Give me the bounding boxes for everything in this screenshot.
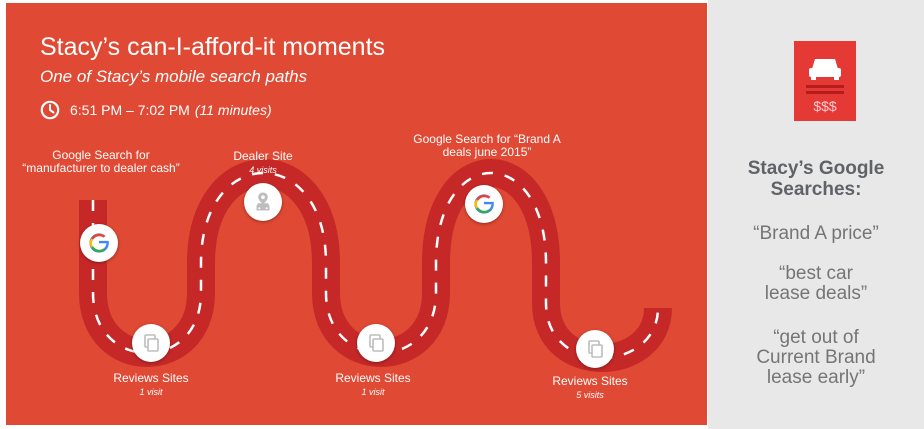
stop-label-dealer-site: Dealer Site 4 visits (233, 149, 293, 176)
infographic-panel: Stacy’s can-I-afford-it moments One of S… (6, 3, 707, 425)
document-icon (144, 334, 159, 352)
sidebar-heading: Stacy’s Google Searches: (747, 158, 885, 200)
dealer-site-marker (244, 183, 282, 221)
reviews-marker-2 (357, 324, 395, 362)
reviews-marker-1 (132, 324, 170, 362)
google-icon (84, 228, 114, 258)
stop-label-google-search-1: Google Search for “manufacturer to deale… (22, 148, 180, 175)
google-search-marker-2 (465, 185, 503, 223)
search-query-3: “get out of Current Brand lease early” (756, 327, 876, 388)
stop-label-google-search-2: Google Search for “Brand A deals june 20… (413, 132, 561, 159)
google-search-marker-1 (80, 224, 118, 262)
search-query-1: “Brand A price” (753, 223, 879, 244)
stop-label-reviews-1: Reviews Sites 1 visit (113, 371, 189, 398)
document-icon (369, 334, 384, 352)
car-pin-icon (256, 192, 270, 211)
card-dollar-text: $$$ (813, 98, 837, 114)
stop-label-reviews-3: Reviews Sites 5 visits (552, 374, 628, 401)
google-icon (469, 189, 499, 219)
reviews-marker-3 (576, 330, 614, 368)
car-price-card-icon: $$$ (794, 41, 856, 121)
stop-label-reviews-2: Reviews Sites 1 visit (335, 371, 411, 398)
search-query-2: “best car lease deals” (764, 263, 868, 304)
document-icon (588, 340, 603, 358)
